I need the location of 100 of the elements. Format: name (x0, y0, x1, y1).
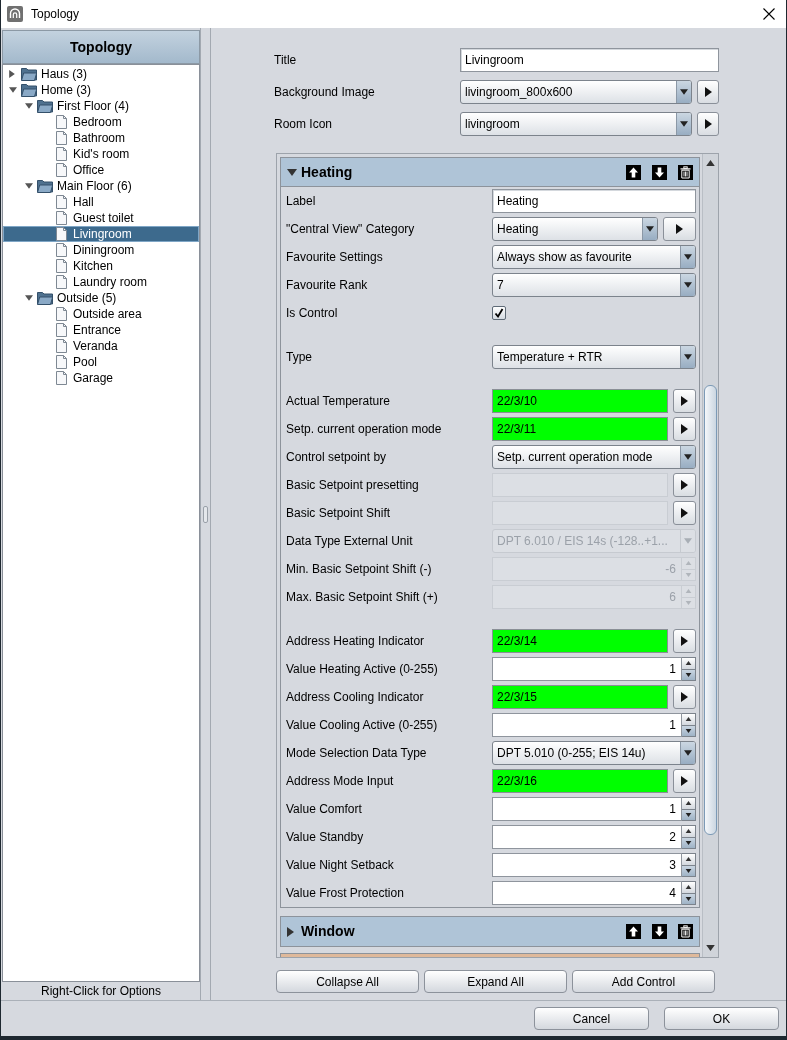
dropdown[interactable]: Setp. current operation mode (492, 445, 696, 469)
address-field[interactable]: 22/3/10 (492, 389, 668, 413)
scrollbar-thumb[interactable] (704, 385, 717, 835)
checkbox[interactable] (492, 306, 506, 320)
tree-item[interactable]: Garage (3, 370, 199, 386)
tree-item[interactable]: Kid's room (3, 146, 199, 162)
caret-right-icon (681, 636, 688, 646)
increment-button[interactable] (682, 825, 696, 837)
tree-item[interactable]: Outside area (3, 306, 199, 322)
text-field[interactable]: Livingroom (460, 48, 719, 72)
tree-item[interactable]: Guest toilet (3, 210, 199, 226)
caret-down-icon (684, 454, 692, 460)
file-icon (55, 163, 67, 177)
tree-item[interactable]: First Floor (4) (3, 98, 199, 114)
folder-icon (21, 67, 37, 81)
tree-item[interactable]: Entrance (3, 322, 199, 338)
tree-item[interactable]: Outside (5) (3, 290, 199, 306)
arrow-button[interactable] (697, 80, 719, 104)
address-field[interactable]: 22/3/14 (492, 629, 668, 653)
tree-item[interactable]: Veranda (3, 338, 199, 354)
increment-button[interactable] (682, 881, 696, 893)
dropdown[interactable]: 7 (492, 273, 696, 297)
dropdown[interactable]: livingroom (460, 112, 692, 136)
field-label: Is Control (286, 305, 339, 322)
tree-item[interactable]: Home (3) (3, 82, 199, 98)
number-field[interactable]: 4 (492, 881, 682, 905)
trash-icon[interactable] (678, 164, 693, 180)
file-icon (55, 307, 67, 321)
arrow-down-icon[interactable] (652, 924, 667, 939)
address-field[interactable]: 22/3/15 (492, 685, 668, 709)
caret-down-icon[interactable] (25, 103, 33, 109)
arrow-button[interactable] (673, 473, 696, 497)
dropdown[interactable]: livingroom_800x600 (460, 80, 692, 104)
file-icon (55, 131, 67, 145)
arrow-button[interactable] (673, 501, 696, 525)
caret-down-icon (680, 89, 688, 95)
dialog-button[interactable]: OK (664, 1007, 779, 1030)
caret-down-icon[interactable] (9, 87, 17, 93)
action-button[interactable]: Expand All (424, 970, 567, 993)
tree-item[interactable]: Bathroom (3, 130, 199, 146)
file-icon (55, 227, 67, 241)
caret-up-icon (685, 857, 692, 862)
number-field[interactable]: 3 (492, 853, 682, 877)
field-label: Min. Basic Setpoint Shift (-) (286, 561, 433, 578)
number-field[interactable]: 1 (492, 657, 682, 681)
increment-button[interactable] (682, 713, 696, 725)
field-label: Type (286, 349, 313, 366)
caret-down-icon (685, 840, 692, 845)
tree-item[interactable]: Bedroom (3, 114, 199, 130)
number-field[interactable]: 1 (492, 797, 682, 821)
arrow-button[interactable] (673, 389, 696, 413)
tree-item[interactable]: Main Floor (6) (3, 178, 199, 194)
arrow-button[interactable] (673, 629, 696, 653)
caret-right-icon (681, 776, 688, 786)
field-label: Address Heating Indicator (286, 633, 426, 650)
address-field[interactable]: 22/3/11 (492, 417, 668, 441)
trash-icon[interactable] (678, 924, 693, 939)
caret-up-icon (706, 160, 715, 166)
arrow-button[interactable] (673, 769, 696, 793)
caret-down-icon (685, 672, 692, 677)
number-field[interactable]: 1 (492, 713, 682, 737)
address-field[interactable]: 22/3/16 (492, 769, 668, 793)
action-button[interactable]: Add Control (572, 970, 715, 993)
tree-item[interactable]: Laundry room (3, 274, 199, 290)
number-field[interactable]: 2 (492, 825, 682, 849)
tree-item[interactable]: Pool (3, 354, 199, 370)
arrow-button[interactable] (673, 417, 696, 441)
tree-item[interactable]: Kitchen (3, 258, 199, 274)
tree-item[interactable]: Livingroom (3, 226, 199, 242)
field-label: Value Standby (286, 829, 365, 846)
tree-item[interactable]: Hall (3, 194, 199, 210)
text-field[interactable]: Heating (492, 189, 696, 213)
tree-item[interactable]: Diningroom (3, 242, 199, 258)
dropdown[interactable]: Temperature + RTR (492, 345, 696, 369)
arrow-button[interactable] (697, 112, 719, 136)
increment-button[interactable] (682, 853, 696, 865)
dropdown[interactable]: DPT 5.010 (0-255; EIS 14u) (492, 741, 696, 765)
increment-button[interactable] (682, 797, 696, 809)
field-label: Data Type External Unit (286, 533, 414, 550)
increment-button[interactable] (682, 657, 696, 669)
caret-up-icon (685, 661, 692, 666)
caret-right-icon[interactable] (287, 926, 294, 937)
field-label: Label (286, 193, 317, 210)
dropdown[interactable]: Always show as favourite (492, 245, 696, 269)
tree-item[interactable]: Haus (3) (3, 66, 199, 82)
field-label: "Central View" Category (286, 221, 416, 238)
arrow-button[interactable] (663, 217, 696, 241)
arrow-down-icon[interactable] (652, 164, 667, 180)
caret-down-icon[interactable] (25, 295, 33, 301)
action-button[interactable]: Collapse All (276, 970, 419, 993)
caret-right-icon[interactable] (9, 70, 15, 78)
caret-down-icon[interactable] (287, 168, 297, 176)
arrow-up-icon[interactable] (626, 924, 641, 939)
caret-down-icon[interactable] (25, 183, 33, 189)
caret-down-icon (706, 945, 715, 951)
arrow-button[interactable] (673, 685, 696, 709)
dialog-button[interactable]: Cancel (534, 1007, 649, 1030)
arrow-up-icon[interactable] (626, 164, 641, 180)
tree-item[interactable]: Office (3, 162, 199, 178)
dropdown[interactable]: Heating (492, 217, 658, 241)
